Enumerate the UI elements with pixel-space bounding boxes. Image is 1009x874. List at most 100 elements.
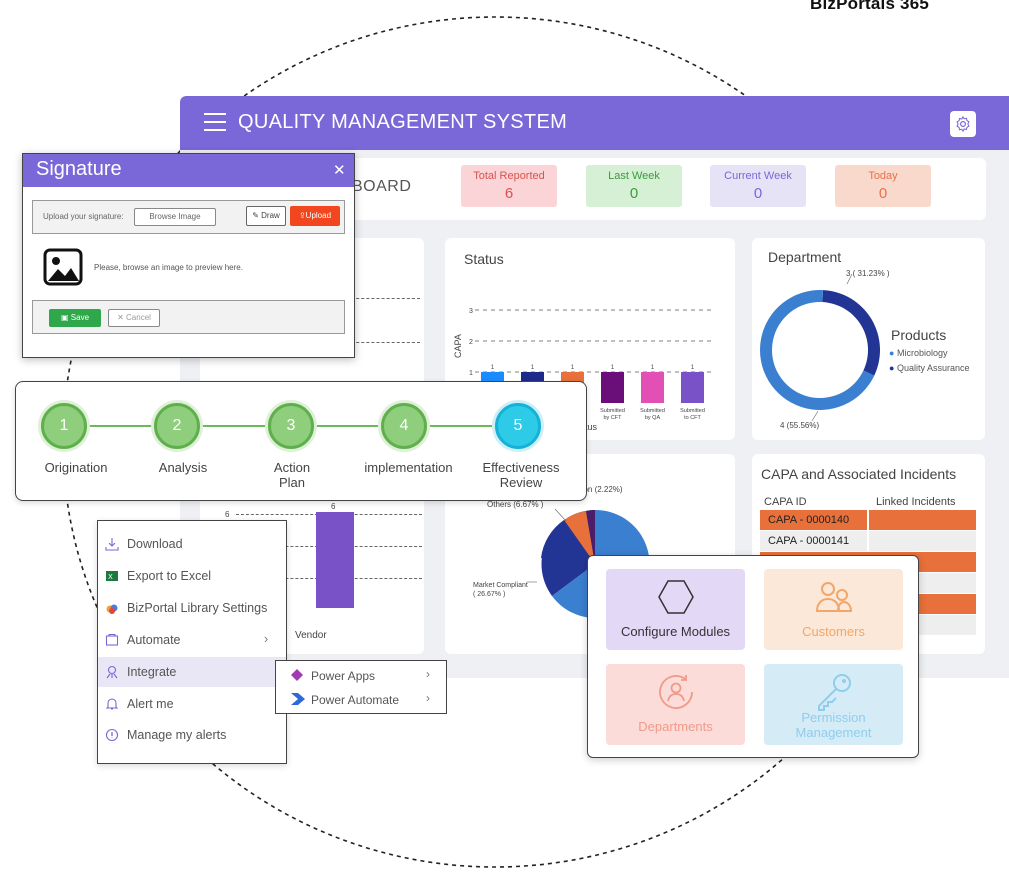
menu-item-integrate[interactable]: Integrate (98, 657, 286, 687)
menu-item-label: Manage my alerts (127, 728, 227, 742)
submenu-item-power-apps[interactable]: Power Apps › (276, 664, 446, 688)
menu-item-download[interactable]: Download (98, 529, 286, 559)
draw-label: Draw (261, 211, 280, 220)
menu-item-label: Export to Excel (127, 569, 212, 583)
top-bar: QUALITY MANAGEMENT SYSTEM (180, 96, 1009, 150)
cancel-button[interactable]: ✕ Cancel (108, 309, 160, 327)
legend-dot-icon: ● (889, 363, 895, 373)
upload-row: Upload your signature: Browse Image ✎ Dr… (32, 200, 345, 234)
submenu-label: Power Apps (311, 669, 376, 683)
vendor-x-label: Vendor (295, 630, 327, 641)
svg-text:X: X (108, 573, 113, 581)
vendor-bar-value: 6 (331, 502, 336, 511)
menu-item-automate[interactable]: Automate › (98, 625, 286, 655)
x-tick-label: by QA (645, 415, 661, 421)
tile-label: Permission Management (795, 710, 872, 740)
context-menu: Download X Export to Excel BizPortal Lib… (97, 520, 287, 764)
hexagon-icon (658, 580, 694, 614)
capa-col-id: CAPA ID (764, 496, 807, 508)
legend-title: Products (891, 327, 947, 343)
step-2[interactable]: 2 (154, 403, 200, 449)
download-icon (105, 538, 119, 551)
step-label-action-plan: Action Plan (273, 460, 311, 490)
step-label-origination: Origination (44, 460, 108, 475)
image-placeholder-icon (43, 248, 83, 286)
tile-customers[interactable]: Customers (764, 569, 903, 650)
upload-button[interactable]: ⇪Upload (290, 206, 340, 226)
step-3[interactable]: 3 (268, 403, 314, 449)
step-label-analysis: Analysis (158, 460, 208, 475)
settings-gear-icon[interactable] (950, 111, 976, 137)
upload-label: Upload your signature: (43, 212, 124, 221)
stat-current-week[interactable]: Current Week 0 (710, 165, 806, 207)
step-5[interactable]: 5 (495, 403, 541, 449)
y-tick-label: 6 (225, 510, 230, 519)
pie-label-market-compliant-pct: ( 26.67% ) (473, 591, 506, 598)
key-icon (818, 674, 851, 711)
stat-label: Current Week (724, 170, 792, 182)
menu-icon[interactable] (204, 113, 226, 131)
pie-label-market-compliant: Market Compliant (473, 582, 528, 589)
capa-id-cell: CAPA - 0000140 (760, 510, 867, 530)
menu-item-library-settings[interactable]: BizPortal Library Settings (98, 593, 286, 623)
step-1[interactable]: 1 (41, 403, 87, 449)
x-icon: ✕ (117, 313, 124, 322)
tile-permission-management[interactable]: Permission Management (764, 664, 903, 745)
brand-logo-text: BizPortals 365 (810, 0, 930, 13)
x-tick-label: Submitted (680, 408, 705, 414)
donut-slice-quality-assurance (822, 290, 880, 376)
capa-id-cell: CAPA - 0000141 (760, 531, 867, 551)
tile-configure-modules[interactable]: Configure Modules (606, 569, 745, 650)
dashboard-title: BOARD (352, 178, 412, 195)
vendor-bar[interactable] (316, 512, 354, 608)
power-apps-icon (291, 669, 303, 681)
submenu-item-power-automate[interactable]: Power Automate › (276, 688, 446, 712)
table-row[interactable]: CAPA - 0000140 (760, 510, 976, 530)
menu-item-label: BizPortal Library Settings (127, 601, 268, 615)
tile-departments[interactable]: Departments (606, 664, 745, 745)
bar-value-label: 1 (531, 365, 535, 371)
customers-icon (815, 582, 853, 612)
legend-label: Microbiology (896, 348, 948, 358)
x-tick-label: Submitted (640, 408, 665, 414)
cancel-label: Cancel (126, 313, 151, 322)
draw-button[interactable]: ✎ Draw (246, 206, 286, 226)
stat-label: Last Week (608, 170, 660, 182)
power-automate-icon (291, 693, 305, 705)
stat-label: Today (868, 170, 898, 182)
x-tick-label: Submitted (600, 408, 625, 414)
legend-item-quality-assurance[interactable]: ● Quality Assurance (889, 363, 970, 373)
stat-value: 0 (878, 185, 888, 202)
stat-today[interactable]: Today 0 (835, 165, 931, 207)
save-icon: ▣ (60, 313, 69, 322)
y-tick-label: 1 (469, 370, 473, 377)
step-label-implementation: implementation (364, 460, 453, 475)
automate-icon (105, 633, 119, 646)
step-label-effectiveness-review: Effectiveness Review (482, 460, 560, 490)
menu-item-export-excel[interactable]: X Export to Excel (98, 561, 286, 591)
capa-table-title: CAPA and Associated Incidents (761, 466, 957, 482)
browse-image-button[interactable]: Browse Image (134, 208, 216, 226)
menu-item-manage-alerts[interactable]: Manage my alerts (98, 720, 286, 750)
save-button[interactable]: ▣ Save (49, 309, 101, 327)
modules-panel: Configure Modules Customers Departments … (587, 555, 919, 758)
chevron-right-icon: › (426, 667, 430, 681)
tile-label: Departments (638, 719, 713, 734)
upload-icon: ⇪ (298, 211, 306, 220)
step-4[interactable]: 4 (381, 403, 427, 449)
close-icon[interactable]: ✕ (333, 161, 346, 179)
bar-value-label: 1 (611, 365, 615, 371)
menu-item-alert-me[interactable]: Alert me (98, 689, 286, 719)
x-tick-label: to CFT (684, 415, 701, 421)
status-bar (681, 372, 704, 403)
manage-alerts-icon (105, 728, 119, 742)
donut-leader-line (811, 410, 819, 422)
stat-total-reported[interactable]: Total Reported 6 (461, 165, 557, 207)
status-bar (601, 372, 624, 403)
table-row[interactable]: CAPA - 0000141 (760, 531, 976, 551)
stat-last-week[interactable]: Last Week 0 (586, 165, 682, 207)
legend-item-microbiology[interactable]: ● Microbiology (889, 348, 947, 358)
legend-label: Quality Assurance (896, 363, 970, 373)
integrate-icon (106, 665, 118, 679)
pie-label-others: Others (6.67% ) (487, 500, 544, 509)
